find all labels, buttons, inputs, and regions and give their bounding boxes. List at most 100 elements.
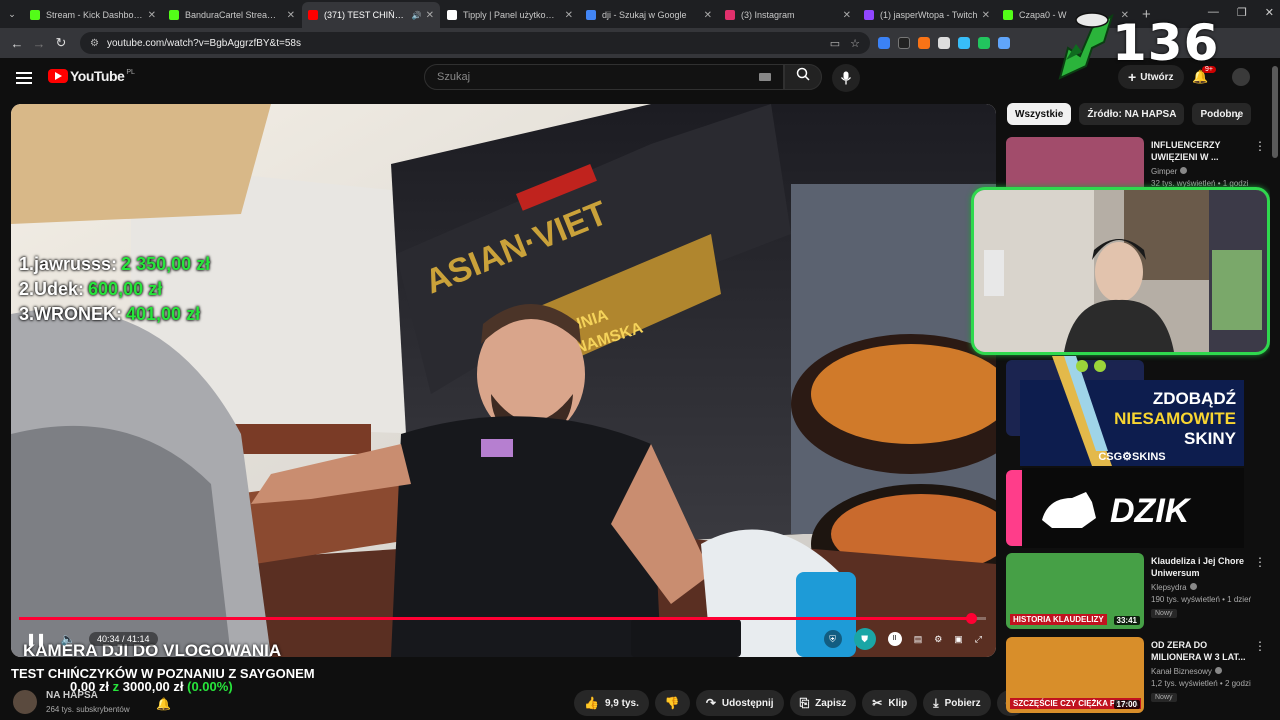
site-info-icon[interactable]: ⚙ (90, 38, 99, 49)
fullscreen-icon[interactable]: ⤢ (975, 634, 982, 645)
speaker-icon[interactable]: 🔊 (412, 11, 422, 20)
tab-close-icon[interactable]: ✕ (287, 10, 295, 21)
save-button[interactable]: ⎘ Zapisz (789, 690, 857, 716)
channel-avatar[interactable] (13, 690, 37, 714)
channel-name[interactable]: NA HAPSA (46, 690, 98, 701)
cast-icon[interactable]: ▭ (830, 37, 840, 50)
volume-icon[interactable]: 🔈 (57, 632, 79, 646)
like-button[interactable]: 👍 9,9 tys. (574, 690, 649, 716)
new-badge: Nowy (1151, 693, 1177, 702)
video-thumbnail[interactable]: HISTORIA KLAUDELIZY 33:41 (1006, 553, 1144, 629)
extension-icon[interactable] (878, 37, 890, 49)
page-scrollbar[interactable] (1270, 58, 1280, 720)
channel-name[interactable]: Klepsydra (1151, 583, 1197, 592)
recommendation-card[interactable]: SZCZĘŚCIE CZY CIĘŻKA PRACA 17:00 OD ZERA D… (1006, 637, 1266, 715)
tab-close-icon[interactable]: ✕ (148, 10, 156, 21)
scrollbar-thumb[interactable] (1272, 66, 1278, 158)
tab-label: (1) jasperWtopa - Twitch (880, 10, 978, 20)
video-title[interactable]: Klaudeliza i Jej Chore Uniwersum (1151, 555, 1251, 579)
progress-scrubber[interactable] (965, 613, 977, 624)
tab-search-button[interactable]: ⌄ (0, 9, 24, 20)
thumbnail-caption: HISTORIA KLAUDELIZY (1010, 614, 1107, 625)
share-icon: ↷ (705, 696, 716, 710)
autoplay-toggle[interactable]: II (887, 632, 902, 646)
maximize-button[interactable]: ❐ (1237, 6, 1247, 19)
ad-dzik-text: DZIK (1110, 492, 1192, 530)
share-button[interactable]: ↷ Udostępnij (695, 690, 784, 716)
pause-icon[interactable]: ❚❚ (25, 632, 47, 646)
tab-favicon-icon (447, 10, 457, 20)
chevron-right-icon[interactable]: › (1236, 110, 1240, 124)
verified-icon (1189, 583, 1197, 590)
search-button[interactable] (784, 64, 822, 90)
tab-close-icon[interactable]: ✕ (426, 10, 434, 21)
browser-tab[interactable]: (371) TEST CHIŃCZYK 🔊 ✕ (302, 2, 440, 28)
video-player[interactable]: ASIAN·VIET KUCHNIA WIETNAMSKA 1.jawrusss… (11, 104, 996, 657)
subscription-bell-icon[interactable]: 🔔 (156, 697, 171, 711)
clip-button[interactable]: ✂ Klip (862, 690, 918, 716)
filter-chip[interactable]: Podobne (1192, 103, 1252, 125)
more-vertical-icon[interactable]: ⋮ (1254, 139, 1266, 153)
bookmark-star-icon[interactable]: ☆ (850, 37, 860, 50)
extension-icon[interactable] (998, 37, 1010, 49)
video-thumbnail[interactable]: SZCZĘŚCIE CZY CIĘŻKA PRACA 17:00 (1006, 637, 1144, 713)
donation-amount: 401,00 zł (126, 304, 201, 324)
stream-counter: 136 (1112, 14, 1220, 72)
browser-tab[interactable]: Stream - Kick Dashboard ✕ (24, 2, 162, 28)
progress-bar[interactable] (19, 613, 986, 624)
tab-close-icon[interactable]: ✕ (565, 10, 573, 21)
download-button[interactable]: ⤓ Pobierz (923, 690, 991, 716)
shield-icon[interactable]: ⛨ (823, 630, 842, 648)
hamburger-menu-icon[interactable] (16, 69, 32, 87)
more-vertical-icon[interactable]: ⋮ (1254, 555, 1266, 569)
donation-row: 2.Udek: 600,00 zł (19, 277, 210, 302)
channel-name[interactable]: Gimper (1151, 167, 1188, 176)
csgo-skins-ad-overlay: ZDOBĄDŹ NIESAMOWITE SKINY CSG⚙SKINS (1020, 356, 1244, 466)
extension-icon[interactable] (938, 37, 950, 49)
youtube-logo[interactable]: YouTube PL (48, 68, 135, 84)
keyboard-icon[interactable] (759, 73, 771, 81)
browser-tab[interactable]: BanduraCartel Stream - W ✕ (163, 2, 301, 28)
tab-close-icon[interactable]: ✕ (843, 10, 851, 21)
filter-chip[interactable]: Wszystkie (1007, 103, 1072, 125)
channel-name[interactable]: Kanał Biznesowy (1151, 667, 1222, 676)
more-vertical-icon[interactable]: ⋮ (1254, 639, 1266, 653)
forward-button[interactable]: → (28, 36, 50, 51)
url-bar[interactable]: ⚙ youtube.com/watch?v=BgbAggrzfBY&t=58s … (80, 32, 870, 54)
browser-tab[interactable]: dji - Szukaj w Google ✕ (580, 2, 718, 28)
browser-tab[interactable]: (1) jasperWtopa - Twitch ✕ (858, 2, 996, 28)
close-window-button[interactable]: ✕ (1265, 6, 1274, 19)
filter-chip[interactable]: Źródło: NA HAPSA (1079, 103, 1185, 125)
miniplayer-icon[interactable]: ▣ (954, 634, 963, 645)
video-title[interactable]: OD ZERA DO MILIONERA W 3 LAT... (1151, 639, 1251, 663)
download-icon: ⤓ (933, 695, 939, 710)
tab-close-icon[interactable]: ✕ (982, 10, 990, 21)
stream-logo-overlay (1058, 12, 1114, 80)
tab-close-icon[interactable]: ✕ (704, 10, 712, 21)
browser-tab[interactable]: Tipply | Panel użytkownik ✕ (441, 2, 579, 28)
browser-tab[interactable]: (3) Instagram ✕ (719, 2, 857, 28)
donor-rank: 1. (19, 254, 35, 274)
voice-search-button[interactable] (832, 64, 860, 92)
tab-label: dji - Szukaj w Google (602, 10, 687, 20)
settings-gear-icon[interactable]: ⚙ (934, 634, 942, 645)
recommendation-card[interactable]: HISTORIA KLAUDELIZY 33:41 Klaudeliza i Jej… (1006, 553, 1266, 631)
streamer-webcam-overlay (971, 187, 1270, 355)
dislike-button[interactable]: 👎 (654, 690, 690, 716)
time-display: 40:34 / 41:14 (89, 632, 158, 646)
extension-icon[interactable] (898, 37, 910, 49)
video-title[interactable]: INFLUENCERZY UWIĘZIENI W ... (1151, 139, 1251, 163)
extension-icon[interactable] (978, 37, 990, 49)
back-button[interactable]: ← (6, 36, 28, 51)
dzik-ad-overlay: DZIK (1022, 468, 1244, 548)
account-avatar[interactable] (1232, 68, 1250, 86)
search-input[interactable]: Szukaj (424, 64, 784, 90)
extension-icon[interactable] (918, 37, 930, 49)
subtitles-icon[interactable]: ▤ (914, 634, 923, 645)
tab-favicon-icon (30, 10, 40, 20)
extension-icon[interactable] (958, 37, 970, 49)
adblock-shield-icon[interactable]: ⛊ (853, 628, 876, 650)
reload-button[interactable]: ↻ (50, 35, 72, 51)
thumbs-up-icon: 👍 (584, 696, 599, 710)
video-duration: 17:00 (1113, 700, 1140, 709)
